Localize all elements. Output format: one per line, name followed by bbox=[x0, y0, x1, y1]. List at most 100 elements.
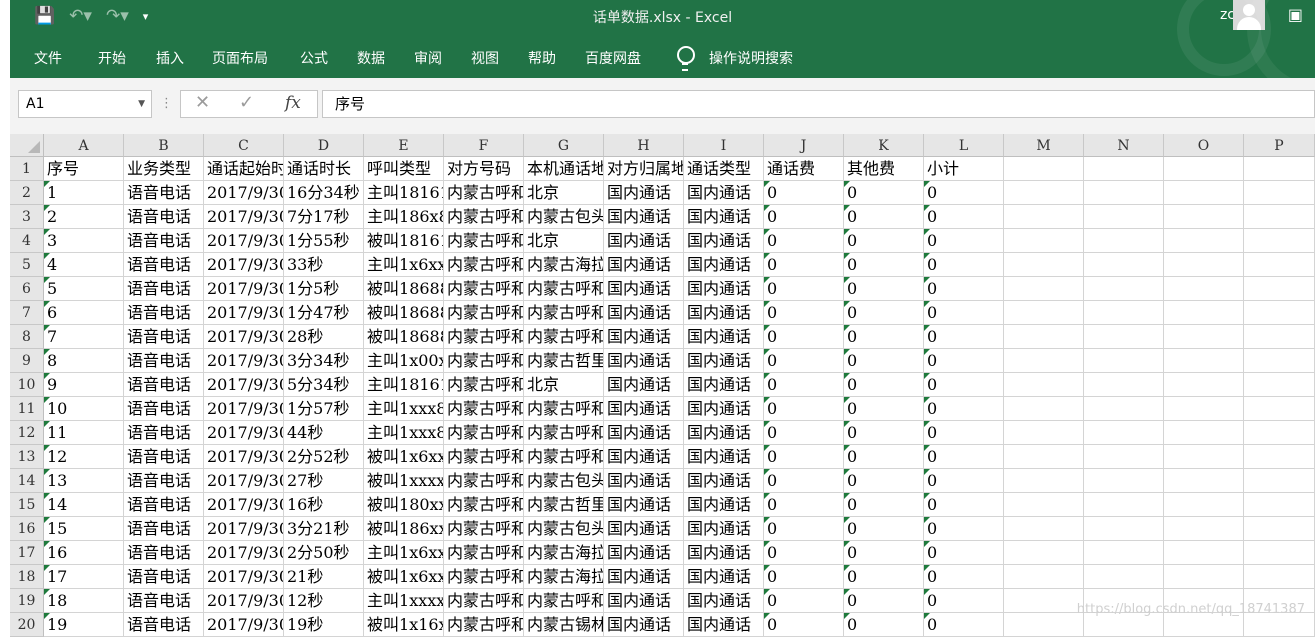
cell-e7[interactable]: 被叫18688 bbox=[364, 301, 444, 325]
cell-b6[interactable]: 语音电话 bbox=[124, 277, 204, 301]
resize-handle-icon[interactable]: ⋮ bbox=[160, 96, 173, 111]
cell-c9[interactable]: 2017/9/30 bbox=[204, 349, 284, 373]
column-header-c[interactable]: C bbox=[204, 134, 284, 157]
cell-m4[interactable] bbox=[1004, 229, 1084, 253]
cell-i3[interactable]: 国内通话 bbox=[684, 205, 764, 229]
cell-d13[interactable]: 2分52秒 bbox=[284, 445, 364, 469]
cell-g5[interactable]: 内蒙古海拉尔 bbox=[524, 253, 604, 277]
cell-f19[interactable]: 内蒙古呼和浩特 bbox=[444, 589, 524, 613]
cell-l14[interactable]: 0 bbox=[924, 469, 1004, 493]
cell-m2[interactable] bbox=[1004, 181, 1084, 205]
cell-e5[interactable]: 主叫1x6xx bbox=[364, 253, 444, 277]
cell-l18[interactable]: 0 bbox=[924, 565, 1004, 589]
cell-n16[interactable] bbox=[1084, 517, 1164, 541]
cell-j7[interactable]: 0 bbox=[764, 301, 844, 325]
cell-g15[interactable]: 内蒙古哲里木 bbox=[524, 493, 604, 517]
cell-e13[interactable]: 被叫1x6xx bbox=[364, 445, 444, 469]
cell-m11[interactable] bbox=[1004, 397, 1084, 421]
cell-p1[interactable] bbox=[1244, 157, 1315, 181]
chevron-down-icon[interactable]: ▼ bbox=[138, 91, 145, 117]
tab-formulas[interactable]: 公式 bbox=[300, 48, 328, 68]
tab-view[interactable]: 视图 bbox=[471, 48, 499, 68]
cell-n18[interactable] bbox=[1084, 565, 1164, 589]
cell-d10[interactable]: 5分34秒 bbox=[284, 373, 364, 397]
cell-m16[interactable] bbox=[1004, 517, 1084, 541]
column-header-j[interactable]: J bbox=[764, 134, 844, 157]
cell-c2[interactable]: 2017/9/30 bbox=[204, 181, 284, 205]
cell-c1[interactable]: 通话起始时间 bbox=[204, 157, 284, 181]
insert-function-icon[interactable]: fx bbox=[285, 93, 301, 113]
cell-l6[interactable]: 0 bbox=[924, 277, 1004, 301]
cell-n11[interactable] bbox=[1084, 397, 1164, 421]
cell-j11[interactable]: 0 bbox=[764, 397, 844, 421]
cell-k19[interactable]: 0 bbox=[844, 589, 924, 613]
cell-c19[interactable]: 2017/9/30 bbox=[204, 589, 284, 613]
cell-j12[interactable]: 0 bbox=[764, 421, 844, 445]
cell-h8[interactable]: 国内通话 bbox=[604, 325, 684, 349]
cell-f18[interactable]: 内蒙古呼和浩特 bbox=[444, 565, 524, 589]
cell-i20[interactable]: 国内通话 bbox=[684, 613, 764, 637]
cell-j16[interactable]: 0 bbox=[764, 517, 844, 541]
cell-g13[interactable]: 内蒙古呼和浩特 bbox=[524, 445, 604, 469]
cell-b7[interactable]: 语音电话 bbox=[124, 301, 204, 325]
cell-o11[interactable] bbox=[1164, 397, 1244, 421]
cell-l15[interactable]: 0 bbox=[924, 493, 1004, 517]
cell-a19[interactable]: 18 bbox=[44, 589, 124, 613]
cell-h5[interactable]: 国内通话 bbox=[604, 253, 684, 277]
cell-i15[interactable]: 国内通话 bbox=[684, 493, 764, 517]
cell-j13[interactable]: 0 bbox=[764, 445, 844, 469]
cell-c11[interactable]: 2017/9/30 bbox=[204, 397, 284, 421]
cell-e16[interactable]: 被叫186xx bbox=[364, 517, 444, 541]
cell-g7[interactable]: 内蒙古呼和浩特 bbox=[524, 301, 604, 325]
cell-h16[interactable]: 国内通话 bbox=[604, 517, 684, 541]
cell-d6[interactable]: 1分5秒 bbox=[284, 277, 364, 301]
cell-e10[interactable]: 主叫18161 bbox=[364, 373, 444, 397]
cell-i13[interactable]: 国内通话 bbox=[684, 445, 764, 469]
cell-k17[interactable]: 0 bbox=[844, 541, 924, 565]
cell-d4[interactable]: 1分55秒 bbox=[284, 229, 364, 253]
column-header-l[interactable]: L bbox=[924, 134, 1004, 157]
cell-e15[interactable]: 被叫180xx bbox=[364, 493, 444, 517]
cell-i8[interactable]: 国内通话 bbox=[684, 325, 764, 349]
tab-data[interactable]: 数据 bbox=[357, 48, 385, 68]
cell-k9[interactable]: 0 bbox=[844, 349, 924, 373]
cell-o16[interactable] bbox=[1164, 517, 1244, 541]
cell-p10[interactable] bbox=[1244, 373, 1315, 397]
cell-n6[interactable] bbox=[1084, 277, 1164, 301]
cell-l2[interactable]: 0 bbox=[924, 181, 1004, 205]
cell-a20[interactable]: 19 bbox=[44, 613, 124, 637]
cell-e12[interactable]: 主叫1xxx8 bbox=[364, 421, 444, 445]
cell-e9[interactable]: 主叫1x00x bbox=[364, 349, 444, 373]
column-header-g[interactable]: G bbox=[524, 134, 604, 157]
cell-b16[interactable]: 语音电话 bbox=[124, 517, 204, 541]
cell-i17[interactable]: 国内通话 bbox=[684, 541, 764, 565]
worksheet-grid[interactable]: ABCDEFGHIJKLMNOP 1序号业务类型通话起始时间通话时长呼叫类型对方号… bbox=[10, 134, 1315, 637]
cell-o9[interactable] bbox=[1164, 349, 1244, 373]
cell-a2[interactable]: 1 bbox=[44, 181, 124, 205]
cell-c5[interactable]: 2017/9/30 bbox=[204, 253, 284, 277]
cancel-icon[interactable]: ✕ bbox=[195, 92, 210, 113]
tab-help[interactable]: 帮助 bbox=[528, 48, 556, 68]
cell-f14[interactable]: 内蒙古呼和浩特 bbox=[444, 469, 524, 493]
column-header-h[interactable]: H bbox=[604, 134, 684, 157]
cell-o13[interactable] bbox=[1164, 445, 1244, 469]
cell-h3[interactable]: 国内通话 bbox=[604, 205, 684, 229]
cell-f13[interactable]: 内蒙古呼和浩特 bbox=[444, 445, 524, 469]
cell-a1[interactable]: 序号 bbox=[44, 157, 124, 181]
cell-f3[interactable]: 内蒙古呼和浩特 bbox=[444, 205, 524, 229]
cell-d9[interactable]: 3分34秒 bbox=[284, 349, 364, 373]
cell-n17[interactable] bbox=[1084, 541, 1164, 565]
cell-p14[interactable] bbox=[1244, 469, 1315, 493]
cell-n13[interactable] bbox=[1084, 445, 1164, 469]
cell-a7[interactable]: 6 bbox=[44, 301, 124, 325]
cell-k18[interactable]: 0 bbox=[844, 565, 924, 589]
cell-b2[interactable]: 语音电话 bbox=[124, 181, 204, 205]
cell-o5[interactable] bbox=[1164, 253, 1244, 277]
cell-o7[interactable] bbox=[1164, 301, 1244, 325]
column-header-p[interactable]: P bbox=[1244, 134, 1315, 157]
cell-j10[interactable]: 0 bbox=[764, 373, 844, 397]
cell-c10[interactable]: 2017/9/30 bbox=[204, 373, 284, 397]
cell-k16[interactable]: 0 bbox=[844, 517, 924, 541]
cell-j15[interactable]: 0 bbox=[764, 493, 844, 517]
cell-a17[interactable]: 16 bbox=[44, 541, 124, 565]
